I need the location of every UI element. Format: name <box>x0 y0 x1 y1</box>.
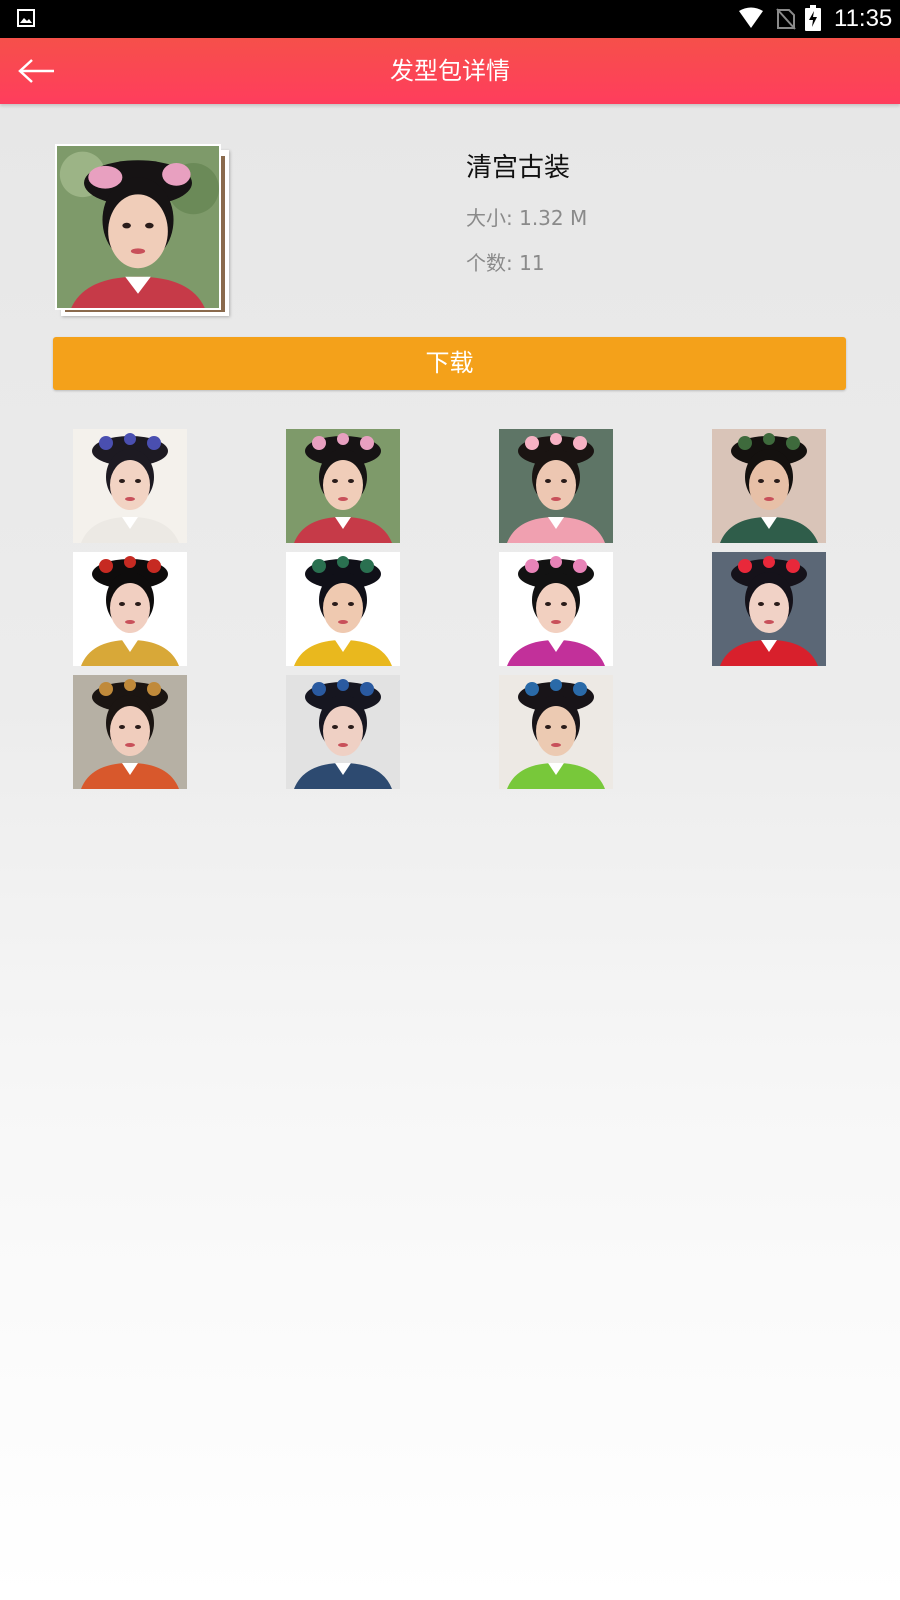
back-arrow-icon <box>18 59 54 83</box>
hairstyle-thumbnail[interactable] <box>286 552 400 666</box>
page-title: 发型包详情 <box>390 57 510 85</box>
hairstyle-thumbnail[interactable] <box>712 429 826 543</box>
pack-size: 大小: 1.32 M <box>466 206 588 230</box>
hairstyle-thumbnail[interactable] <box>499 552 613 666</box>
status-clock: 11:35 <box>834 5 893 32</box>
hairstyle-thumbnail[interactable] <box>286 429 400 543</box>
title-bar: 发型包详情 <box>0 38 900 104</box>
battery-charging-icon <box>805 5 821 31</box>
pack-cover-image <box>55 144 221 310</box>
hairstyle-thumbnail[interactable] <box>712 552 826 666</box>
pack-name: 清宫古装 <box>466 153 571 183</box>
no-sim-icon <box>776 8 796 30</box>
pack-cover <box>55 144 231 318</box>
wifi-icon <box>739 7 763 28</box>
download-button[interactable]: 下载 <box>53 337 846 390</box>
pack-count: 个数: 11 <box>466 251 545 275</box>
hairstyle-thumbnail[interactable] <box>286 675 400 789</box>
hairstyle-thumbnail[interactable] <box>499 429 613 543</box>
hairstyle-thumbnail[interactable] <box>73 429 187 543</box>
back-button[interactable] <box>10 44 64 98</box>
status-bar: 11:35 <box>0 0 900 38</box>
hairstyle-thumbnail[interactable] <box>499 675 613 789</box>
gallery-icon <box>17 9 35 27</box>
hairstyle-thumbnail[interactable] <box>73 552 187 666</box>
hairstyle-thumbnail[interactable] <box>73 675 187 789</box>
